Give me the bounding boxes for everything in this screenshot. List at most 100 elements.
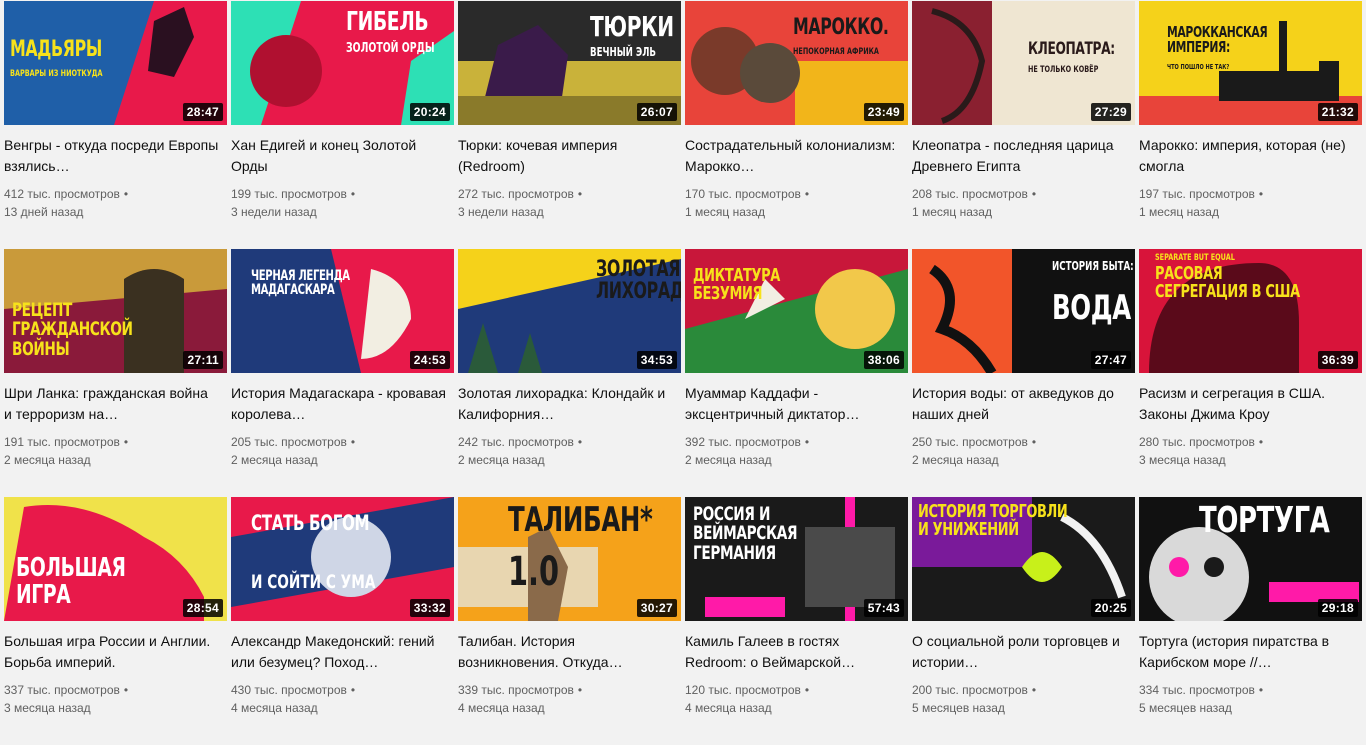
thumbnail-title: Гибель [346, 7, 429, 37]
video-thumbnail[interactable]: Клеопатра: не только ковёр 27:29 [912, 1, 1135, 125]
video-title[interactable]: Александр Македонский: гений или безумец… [231, 631, 454, 673]
video-duration: 29:18 [1317, 599, 1358, 617]
video-views-row: 412 тыс. просмотров • [4, 185, 227, 203]
thumbnail-title: Вода [1052, 288, 1131, 328]
video-thumbnail[interactable]: Марокко. непокорная Африка 23:49 [685, 1, 908, 125]
video-card[interactable]: Марокканская империя: что пошло не так? … [1139, 1, 1362, 249]
separator-dot: • [123, 683, 129, 697]
thumbnail-title: Тюрки [590, 10, 674, 43]
thumbnail-title: Клеопатра: [1028, 39, 1115, 59]
video-date: 13 дней назад [4, 205, 84, 219]
video-duration: 33:32 [409, 599, 450, 617]
video-meta: 170 тыс. просмотров • 1 месяц назад [685, 185, 908, 221]
video-date: 3 недели назад [458, 205, 544, 219]
video-duration: 23:49 [863, 103, 904, 121]
video-title[interactable]: Сострадательный колониализм: Марокко… [685, 135, 908, 177]
video-views-row: 120 тыс. просмотров • [685, 681, 908, 699]
video-thumbnail[interactable]: Золотая лихорадка 34:53 [458, 249, 681, 373]
separator-dot: • [804, 187, 810, 201]
video-card[interactable]: Вода История быта: 27:47 История воды: о… [912, 249, 1135, 497]
video-duration: 26:07 [636, 103, 677, 121]
video-thumbnail[interactable]: Гибель Золотой Орды 20:24 [231, 1, 454, 125]
video-thumbnail[interactable]: Россия и Веймарская Германия 57:43 [685, 497, 908, 621]
video-title[interactable]: Хан Едигей и конец Золотой Орды [231, 135, 454, 177]
video-views: 337 тыс. просмотров [4, 683, 120, 697]
video-views: 200 тыс. просмотров [912, 683, 1028, 697]
video-card[interactable]: Черная легенда Мадагаскара 24:53 История… [231, 249, 454, 497]
video-card[interactable]: Диктатура безумия 38:06 Муаммар Каддафи … [685, 249, 908, 497]
video-title[interactable]: Большая игра России и Англии. Борьба имп… [4, 631, 227, 673]
video-card[interactable]: Большая игра 28:54 Большая игра России и… [4, 497, 227, 745]
video-meta: 120 тыс. просмотров • 4 месяца назад [685, 681, 908, 717]
separator-dot: • [577, 435, 583, 449]
thumbnail-subtitle: separate but equal [1155, 253, 1235, 263]
video-title[interactable]: Камиль Галеев в гостях Redroom: о Веймар… [685, 631, 908, 673]
video-meta: 191 тыс. просмотров • 2 месяца назад [4, 433, 227, 469]
video-views-row: 250 тыс. просмотров • [912, 433, 1135, 451]
video-card[interactable]: Клеопатра: не только ковёр 27:29 Клеопат… [912, 1, 1135, 249]
video-title[interactable]: История Мадагаскара - кровавая королева… [231, 383, 454, 425]
thumbnail-subtitle: Золотой Орды [346, 41, 435, 56]
thumbnail-subtitle: не только ковёр [1028, 65, 1099, 75]
video-card[interactable]: Золотая лихорадка 34:53 Золотая лихорадк… [458, 249, 681, 497]
video-thumbnail[interactable]: Диктатура безумия 38:06 [685, 249, 908, 373]
video-card[interactable]: Гибель Золотой Орды 20:24 Хан Едигей и к… [231, 1, 454, 249]
video-duration: 27:29 [1090, 103, 1131, 121]
video-card[interactable]: Тортуга 29:18 Тортуга (история пиратства… [1139, 497, 1362, 745]
video-title[interactable]: Золотая лихорадка: Клондайк и Калифорния… [458, 383, 681, 425]
separator-dot: • [123, 435, 129, 449]
video-card[interactable]: Стать богом и сойти с ума 33:32 Александ… [231, 497, 454, 745]
video-card[interactable]: Расовая сегрегация в США separate but eq… [1139, 249, 1362, 497]
video-date: 2 месяца назад [4, 453, 91, 467]
video-thumbnail[interactable]: Марокканская империя: что пошло не так? … [1139, 1, 1362, 125]
video-title[interactable]: История воды: от акведуков до наших дней [912, 383, 1135, 425]
video-thumbnail[interactable]: Тортуга 29:18 [1139, 497, 1362, 621]
thumbnail-subtitle: 1.0 [508, 549, 560, 595]
video-title[interactable]: Тюрки: кочевая империя (Redroom) [458, 135, 681, 177]
thumbnail-subtitle: варвары из ниоткуда [10, 69, 103, 79]
video-thumbnail[interactable]: Вода История быта: 27:47 [912, 249, 1135, 373]
video-title[interactable]: Марокко: империя, которая (не) смогла [1139, 135, 1362, 177]
video-thumbnail[interactable]: История торговли и унижений 20:25 [912, 497, 1135, 621]
video-card[interactable]: История торговли и унижений 20:25 О соци… [912, 497, 1135, 745]
video-thumbnail[interactable]: Мадьяры варвары из ниоткуда 28:47 [4, 1, 227, 125]
video-meta: 200 тыс. просмотров • 5 месяцев назад [912, 681, 1135, 717]
thumbnail-subtitle: что пошло не так? [1167, 63, 1230, 71]
video-thumbnail[interactable]: Рецепт гражданской войны 27:11 [4, 249, 227, 373]
video-title[interactable]: Венгры - откуда посреди Европы взялись… [4, 135, 227, 177]
video-views-row: 242 тыс. просмотров • [458, 433, 681, 451]
video-card[interactable]: Россия и Веймарская Германия 57:43 Камил… [685, 497, 908, 745]
video-card[interactable]: Тюрки Вечный Эль 26:07 Тюрки: кочевая им… [458, 1, 681, 249]
video-views-row: 337 тыс. просмотров • [4, 681, 227, 699]
video-thumbnail[interactable]: Черная легенда Мадагаскара 24:53 [231, 249, 454, 373]
video-duration: 24:53 [409, 351, 450, 369]
video-thumbnail[interactable]: Стать богом и сойти с ума 33:32 [231, 497, 454, 621]
video-card[interactable]: Марокко. непокорная Африка 23:49 Сострад… [685, 1, 908, 249]
video-thumbnail[interactable]: Большая игра 28:54 [4, 497, 227, 621]
video-card[interactable]: Рецепт гражданской войны 27:11 Шри Ланка… [4, 249, 227, 497]
video-date: 1 месяц назад [912, 205, 992, 219]
video-title[interactable]: Шри Ланка: гражданская война и терроризм… [4, 383, 227, 425]
video-date: 5 месяцев назад [1139, 701, 1232, 715]
video-duration: 36:39 [1317, 351, 1358, 369]
video-title[interactable]: Талибан. История возникновения. Откуда… [458, 631, 681, 673]
thumbnail-subtitle: Вечный Эль [590, 45, 657, 59]
thumbnail-title: Мадьяры [10, 37, 102, 62]
video-title[interactable]: Муаммар Каддафи - эксцентричный диктатор… [685, 383, 908, 425]
video-views-row: 392 тыс. просмотров • [685, 433, 908, 451]
thumbnail-title: Рецепт гражданской войны [12, 299, 133, 360]
video-date: 1 месяц назад [1139, 205, 1219, 219]
video-card[interactable]: Мадьяры варвары из ниоткуда 28:47 Венгры… [4, 1, 227, 249]
video-card[interactable]: Талибан* 1.0 30:27 Талибан. История возн… [458, 497, 681, 745]
video-views: 430 тыс. просмотров [231, 683, 347, 697]
video-views-row: 205 тыс. просмотров • [231, 433, 454, 451]
video-title[interactable]: Клеопатра - последняя царица Древнего Ег… [912, 135, 1135, 177]
video-title[interactable]: Расизм и сегрегация в США. Законы Джима … [1139, 383, 1362, 425]
video-duration: 30:27 [636, 599, 677, 617]
video-thumbnail[interactable]: Тюрки Вечный Эль 26:07 [458, 1, 681, 125]
video-title[interactable]: Тортуга (история пиратства в Карибском м… [1139, 631, 1362, 673]
video-thumbnail[interactable]: Талибан* 1.0 30:27 [458, 497, 681, 621]
video-thumbnail[interactable]: Расовая сегрегация в США separate but eq… [1139, 249, 1362, 373]
video-title[interactable]: О социальной роли торговцев и истории… [912, 631, 1135, 673]
video-views: 242 тыс. просмотров [458, 435, 574, 449]
